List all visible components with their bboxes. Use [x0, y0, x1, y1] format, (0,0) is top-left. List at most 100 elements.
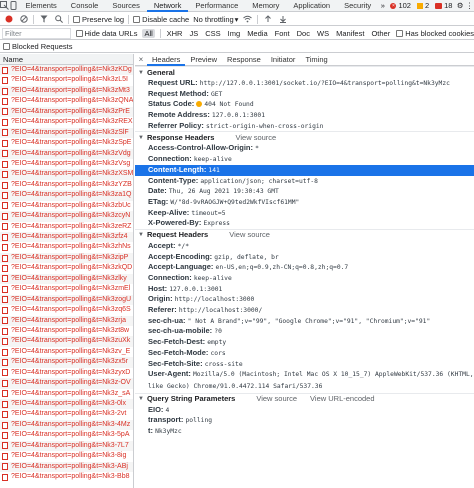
device-toolbar-icon[interactable]	[9, 0, 18, 12]
type-filter-manifest[interactable]: Manifest	[335, 29, 365, 38]
request-row[interactable]: ?EIO=4&transport=polling&t=Nk3-2vt	[0, 409, 133, 419]
settings-gear-icon[interactable]: ⚙	[455, 0, 464, 12]
tab-headers[interactable]: Headers	[147, 54, 186, 66]
request-row[interactable]: ?EIO=4&transport=polling&t=Nk3zVsg	[0, 159, 133, 169]
view-source-link[interactable]: View source	[235, 132, 276, 144]
tab-memory[interactable]: Memory	[245, 0, 286, 12]
view-source-link[interactable]: View source	[256, 393, 297, 405]
request-row[interactable]: ?EIO=4&transport=polling&t=Nk3-ABj	[0, 461, 133, 473]
request-row[interactable]: ?EIO=4&transport=polling&t=Nk3zcyN	[0, 211, 133, 222]
tab-console[interactable]: Console	[64, 0, 106, 12]
tab-application[interactable]: Application	[286, 0, 337, 12]
response-headers-section-header[interactable]: ▼ Response Headers View source	[135, 131, 474, 143]
checkbox-box[interactable]	[75, 29, 83, 37]
request-row[interactable]: ?EIO=4&transport=polling&t=Nk3zfz4	[0, 232, 133, 243]
inspect-element-icon[interactable]	[0, 0, 9, 12]
request-row[interactable]: ?EIO=4&transport=polling&t=Nk3zL5I	[0, 75, 133, 85]
type-filter-all[interactable]: All	[142, 28, 155, 38]
request-row[interactable]: ?EIO=4&transport=polling&t=Nk3zq6S	[0, 305, 133, 315]
request-row[interactable]: ?EIO=4&transport=polling&t=Nk3zipP	[0, 252, 133, 264]
request-row[interactable]: ?EIO=4&transport=polling&t=Nk3zrja	[0, 315, 133, 326]
request-row[interactable]: ?EIO=4&transport=polling&t=Nk3zx5r	[0, 357, 133, 368]
filter-input[interactable]: Filter	[2, 27, 71, 39]
tab-initiator[interactable]: Initiator	[266, 54, 301, 66]
type-filter-css[interactable]: CSS	[204, 29, 221, 38]
tab-response[interactable]: Response	[222, 54, 266, 66]
request-row[interactable]: ?EIO=4&transport=polling&t=Nk3-0lx	[0, 399, 133, 410]
export-har-icon[interactable]	[277, 14, 288, 25]
request-row[interactable]: ?EIO=4&transport=polling&t=Nk3zSpE	[0, 138, 133, 148]
request-row[interactable]: ?EIO=4&transport=polling&t=Nk3zbUc	[0, 201, 133, 211]
throttling-select[interactable]: No throttling ▾	[193, 15, 238, 24]
import-har-icon[interactable]	[262, 14, 273, 25]
request-row[interactable]: ?EIO=4&transport=polling&t=Nk3zuXk	[0, 336, 133, 347]
request-row[interactable]: ?EIO=4&transport=polling&t=Nk3zt8w	[0, 326, 133, 336]
request-row[interactable]: ?EIO=4&transport=polling&t=Nk3z_sA	[0, 389, 133, 399]
tab-performance[interactable]: Performance	[188, 0, 245, 12]
hide-data-urls-checkbox[interactable]: Hide data URLs	[75, 29, 137, 38]
type-filter-font[interactable]: Font	[274, 29, 291, 38]
request-row[interactable]: ?EIO=4&transport=polling&t=Nk3zlky	[0, 273, 133, 285]
tab-elements[interactable]: Elements	[19, 0, 64, 12]
type-filter-ws[interactable]: WS	[316, 29, 330, 38]
request-row[interactable]: ?EIO=4&transport=polling&t=Nk3za1Q	[0, 190, 133, 201]
request-row[interactable]: ?EIO=4&transport=polling&t=Nk3-5pA	[0, 430, 133, 440]
close-icon[interactable]: ×	[135, 55, 147, 64]
search-icon[interactable]	[53, 14, 64, 25]
type-filter-xhr[interactable]: XHR	[166, 29, 184, 38]
type-filter-doc[interactable]: Doc	[296, 29, 311, 38]
request-row[interactable]: ?EIO=4&transport=polling&t=Nk3zhNs	[0, 242, 133, 252]
request-row[interactable]: ?EIO=4&transport=polling&t=Nk3zyxD	[0, 368, 133, 378]
tab-security[interactable]: Security	[337, 0, 378, 12]
request-row[interactable]: ?EIO=4&transport=polling&t=Nk3zogU	[0, 294, 133, 306]
wifi-icon[interactable]	[242, 14, 253, 25]
more-tabs-icon[interactable]: »	[378, 0, 387, 12]
request-row[interactable]: ?EIO=4&transport=polling&t=Nk3zQNA	[0, 96, 133, 106]
warnings-badge[interactable]: 2	[414, 1, 432, 10]
blocked-requests-checkbox[interactable]: Blocked Requests	[3, 42, 72, 51]
view-url-encoded-link[interactable]: View URL-encoded	[310, 393, 374, 405]
request-row[interactable]: ?EIO=4&transport=polling&t=Nk3-Bb8	[0, 472, 133, 482]
request-row[interactable]: ?EIO=4&transport=polling&t=Nk3zPrE	[0, 106, 133, 118]
type-filter-other[interactable]: Other	[370, 29, 391, 38]
request-row[interactable]: ?EIO=4&transport=polling&t=Nk3zREX	[0, 117, 133, 127]
record-icon[interactable]	[3, 14, 14, 25]
request-row[interactable]: ?EIO=4&transport=polling&t=Nk3zv_E	[0, 347, 133, 357]
request-row[interactable]: ?EIO=4&transport=polling&t=Nk3-8ig	[0, 451, 133, 461]
type-filter-img[interactable]: Img	[227, 29, 242, 38]
tab-preview[interactable]: Preview	[185, 54, 222, 66]
type-filter-js[interactable]: JS	[188, 29, 199, 38]
tab-sources[interactable]: Sources	[105, 0, 147, 12]
issues-badge[interactable]: 18	[432, 1, 455, 10]
request-row[interactable]: ?EIO=4&transport=polling&t=Nk3zMt3	[0, 85, 133, 97]
query-params-section-header[interactable]: ▼ Query String Parameters View source Vi…	[135, 392, 474, 405]
request-row[interactable]: ?EIO=4&transport=polling&t=Nk3zKDg	[0, 65, 133, 76]
request-row[interactable]: ?EIO=4&transport=polling&t=Nk3zeRZ	[0, 222, 133, 232]
request-row[interactable]: ?EIO=4&transport=polling&t=Nk3zkQD	[0, 263, 133, 273]
request-row[interactable]: ?EIO=4&transport=polling&t=Nk3z-OV	[0, 378, 133, 389]
preserve-log-checkbox[interactable]: Preserve log	[73, 15, 124, 24]
response-header-row-selected[interactable]: Content-Length: 141	[135, 164, 474, 176]
disable-cache-checkbox[interactable]: Disable cache	[133, 15, 189, 24]
request-row[interactable]: ?EIO=4&transport=polling&t=Nk3zXSM	[0, 169, 133, 180]
errors-badge[interactable]: × 102	[387, 1, 414, 10]
request-row[interactable]: ?EIO=4&transport=polling&t=Nk3-7L7	[0, 440, 133, 452]
general-section-header[interactable]: ▼ General	[135, 66, 474, 78]
type-filter-media[interactable]: Media	[246, 29, 268, 38]
more-options-icon[interactable]: ⋮	[465, 0, 474, 12]
request-row[interactable]: ?EIO=4&transport=polling&t=Nk3zSlF	[0, 127, 133, 139]
checkbox-box[interactable]	[133, 15, 141, 23]
request-headers-section-header[interactable]: ▼ Request Headers View source	[135, 228, 474, 241]
tab-network[interactable]: Network	[146, 0, 189, 12]
clear-icon[interactable]	[18, 14, 29, 25]
request-row[interactable]: ?EIO=4&transport=polling&t=Nk3zmEl	[0, 284, 133, 294]
checkbox-box[interactable]	[3, 43, 10, 50]
tab-timing[interactable]: Timing	[300, 54, 332, 66]
name-column-header[interactable]: Name	[0, 54, 133, 65]
checkbox-box[interactable]	[396, 29, 404, 37]
filter-icon[interactable]	[38, 14, 49, 25]
request-row[interactable]: ?EIO=4&transport=polling&t=Nk3zYZB	[0, 180, 133, 190]
checkbox-box[interactable]	[73, 15, 80, 23]
view-source-link[interactable]: View source	[229, 229, 270, 241]
request-row[interactable]: ?EIO=4&transport=polling&t=Nk3zVdg	[0, 148, 133, 159]
